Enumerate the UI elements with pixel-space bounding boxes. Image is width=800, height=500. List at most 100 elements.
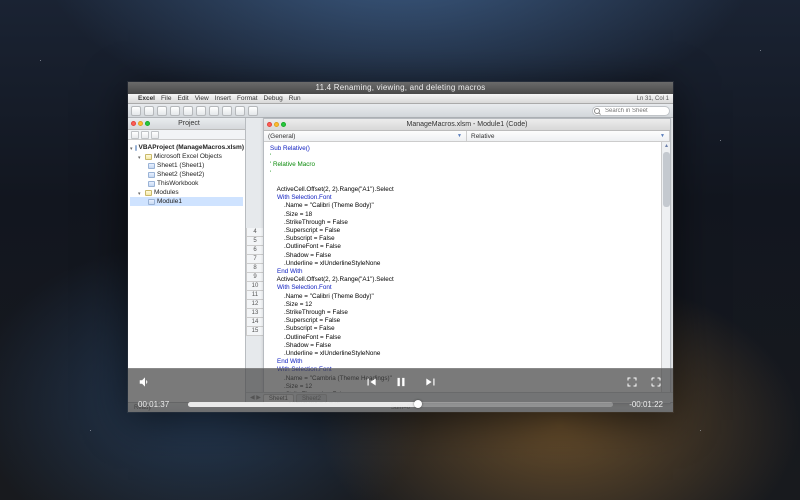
- worksheet-icon: [148, 172, 155, 178]
- disclosure-icon[interactable]: [138, 154, 143, 159]
- screencast-content: Excel File Edit View Insert Format Debug…: [128, 94, 673, 412]
- menu-view[interactable]: View: [195, 95, 209, 102]
- toolbar-redo-button[interactable]: [196, 106, 206, 116]
- view-code-button[interactable]: [131, 131, 139, 139]
- toolbar-cut-button[interactable]: [144, 106, 154, 116]
- previous-button[interactable]: [364, 375, 378, 389]
- row-header[interactable]: 10: [246, 282, 264, 291]
- dropdown-value: (General): [268, 133, 295, 140]
- menu-insert[interactable]: Insert: [215, 95, 231, 102]
- tree-object-sheet1[interactable]: Sheet1 (Sheet1): [130, 161, 243, 170]
- menu-debug[interactable]: Debug: [264, 95, 283, 102]
- tree-modules[interactable]: Modules: [130, 188, 243, 197]
- zoom-icon[interactable]: [145, 121, 150, 126]
- toolbar-reset-button[interactable]: [235, 106, 245, 116]
- video-frame: 11.4 Renaming, viewing, and deleting mac…: [128, 82, 673, 412]
- workbook-icon: [148, 181, 155, 187]
- vertical-scrollbar[interactable]: ▴ ▾: [661, 142, 670, 403]
- toolbar-copy-button[interactable]: [157, 106, 167, 116]
- toolbar-break-button[interactable]: [222, 106, 232, 116]
- code-window: ManageMacros.xlsm - Module1 (Code) (Gene…: [263, 118, 671, 404]
- exit-button[interactable]: [649, 375, 663, 389]
- row-header[interactable]: 14: [246, 318, 264, 327]
- mac-menu-bar: Excel File Edit View Insert Format Debug…: [128, 94, 673, 104]
- module-icon: [148, 199, 155, 205]
- tree-excel-objects[interactable]: Microsoft Excel Objects: [130, 152, 243, 161]
- tree-project-root[interactable]: VBAProject (ManageMacros.xlsm): [130, 143, 243, 152]
- close-icon[interactable]: [131, 121, 136, 126]
- toolbar-undo-button[interactable]: [183, 106, 193, 116]
- row-header[interactable]: 8: [246, 264, 264, 273]
- tree-group-label: Microsoft Excel Objects: [154, 153, 222, 160]
- remaining-time: -00:01:22: [621, 400, 663, 409]
- fullscreen-button[interactable]: [625, 375, 639, 389]
- project-explorer: Project VBAProject (ManageMacros.xlsm): [128, 118, 246, 402]
- tree-object-sheet2[interactable]: Sheet2 (Sheet2): [130, 170, 243, 179]
- row-header[interactable]: 4: [246, 228, 264, 237]
- row-header[interactable]: 5: [246, 237, 264, 246]
- tree-item-label: ThisWorkbook: [157, 180, 198, 187]
- toggle-folders-button[interactable]: [151, 131, 159, 139]
- code-window-titlebar[interactable]: ManageMacros.xlsm - Module1 (Code): [264, 119, 670, 131]
- worksheet-icon: [148, 163, 155, 169]
- project-icon: [135, 145, 137, 151]
- pause-button[interactable]: [394, 375, 408, 389]
- row-header[interactable]: 7: [246, 255, 264, 264]
- scroll-up-icon[interactable]: ▴: [662, 142, 670, 151]
- seek-progress: [188, 402, 418, 407]
- video-player-controls: 00:01:37 -00:01:22: [128, 368, 673, 412]
- seek-handle[interactable]: [414, 400, 422, 408]
- workspace: 4 5 6 7 8 9 10 11 12 13 14 15: [246, 118, 673, 402]
- zoom-icon[interactable]: [281, 122, 286, 127]
- close-icon[interactable]: [267, 122, 272, 127]
- tree-object-thisworkbook[interactable]: ThisWorkbook: [130, 179, 243, 188]
- project-toolbar: [128, 130, 245, 140]
- tree-item-label: Sheet1 (Sheet1): [157, 162, 204, 169]
- search-icon: [594, 108, 600, 114]
- view-object-button[interactable]: [141, 131, 149, 139]
- toolbar-run-button[interactable]: [209, 106, 219, 116]
- vba-toolbar: [128, 104, 673, 118]
- video-title: 11.4 Renaming, viewing, and deleting mac…: [128, 82, 673, 94]
- menu-file[interactable]: File: [161, 95, 171, 102]
- elapsed-time: 00:01:37: [138, 400, 180, 409]
- project-panel-title: Project: [128, 118, 245, 130]
- row-header[interactable]: 11: [246, 291, 264, 300]
- dropdown-value: Relative: [471, 133, 494, 140]
- app-menu[interactable]: Excel: [138, 95, 155, 102]
- toolbar-design-button[interactable]: [248, 106, 258, 116]
- cursor-position: Ln 31, Col 1: [637, 96, 669, 102]
- toolbar-paste-button[interactable]: [170, 106, 180, 116]
- search-input[interactable]: [592, 106, 670, 116]
- tree-module1[interactable]: Module1: [130, 197, 243, 206]
- menu-run[interactable]: Run: [289, 95, 301, 102]
- row-header[interactable]: 9: [246, 273, 264, 282]
- folder-icon: [145, 190, 152, 196]
- tree-item-label: Sheet2 (Sheet2): [157, 171, 204, 178]
- menu-edit[interactable]: Edit: [177, 95, 188, 102]
- tree-item-label: Module1: [157, 198, 182, 205]
- row-header[interactable]: 6: [246, 246, 264, 255]
- spreadsheet-row-headers: 4 5 6 7 8 9 10 11 12 13 14 15: [246, 228, 264, 336]
- folder-icon: [145, 154, 152, 160]
- project-tree[interactable]: VBAProject (ManageMacros.xlsm) Microsoft…: [128, 140, 245, 402]
- object-dropdown[interactable]: (General): [264, 131, 467, 141]
- minimize-icon[interactable]: [274, 122, 279, 127]
- row-header[interactable]: 15: [246, 327, 264, 336]
- disclosure-icon[interactable]: [130, 145, 133, 150]
- tree-group-label: Modules: [154, 189, 179, 196]
- project-panel-label: Project: [178, 120, 220, 127]
- seek-track[interactable]: [188, 402, 613, 407]
- code-window-title: ManageMacros.xlsm - Module1 (Code): [407, 121, 528, 128]
- next-button[interactable]: [424, 375, 438, 389]
- procedure-dropdown[interactable]: Relative: [467, 131, 670, 141]
- toolbar-save-button[interactable]: [131, 106, 141, 116]
- scrollbar-thumb[interactable]: [663, 152, 670, 207]
- minimize-icon[interactable]: [138, 121, 143, 126]
- row-header[interactable]: 12: [246, 300, 264, 309]
- volume-icon[interactable]: [138, 375, 152, 389]
- menu-format[interactable]: Format: [237, 95, 258, 102]
- code-editor[interactable]: Sub Relative() ' ' Relative Macro ' Acti…: [264, 142, 670, 403]
- disclosure-icon[interactable]: [138, 190, 143, 195]
- row-header[interactable]: 13: [246, 309, 264, 318]
